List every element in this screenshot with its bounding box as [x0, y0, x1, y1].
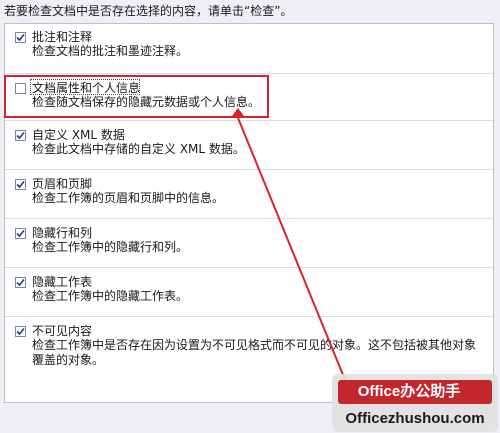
- option-title: 隐藏行和列: [32, 226, 93, 240]
- check-mark-icon: [16, 180, 25, 189]
- checkbox-hidden-worksheets[interactable]: [15, 277, 26, 288]
- option-description: 检查工作簿的页眉和页脚中的信息。: [32, 191, 225, 205]
- check-mark-icon: [16, 229, 25, 238]
- option-description: 检查随文档保存的隐藏元数据或个人信息。: [32, 95, 261, 109]
- checkbox-custom-xml[interactable]: [15, 130, 26, 141]
- option-hidden-worksheets: 隐藏工作表 检查工作簿中的隐藏工作表。: [5, 269, 493, 317]
- option-title: 页眉和页脚: [32, 177, 93, 191]
- checkbox-hidden-rows-columns[interactable]: [15, 228, 26, 239]
- option-title: 隐藏工作表: [32, 275, 93, 289]
- option-hidden-rows-columns: 隐藏行和列 检查工作簿中的隐藏行和列。: [5, 220, 493, 268]
- inspection-options-list: 批注和注释 检查文档的批注和墨迹注释。 文档属性和个人信息 检查随文档保存的隐藏…: [4, 23, 494, 403]
- option-description: 检查工作簿中的隐藏行和列。: [32, 240, 189, 254]
- option-invisible-content: 不可见内容 检查工作簿中是否存在因为设置为不可见格式而不可见的对象。这不包括被其…: [5, 318, 493, 380]
- check-mark-icon: [16, 33, 25, 42]
- check-mark-icon: [16, 278, 25, 287]
- brand-site: Officezhushou.com: [345, 410, 485, 427]
- brand-watermark: Office办公助手 Officezhushou.com: [332, 374, 498, 432]
- checkbox-headers-footers[interactable]: [15, 179, 26, 190]
- option-comments-annotations: 批注和注释 检查文档的批注和墨迹注释。: [5, 24, 493, 74]
- brand-name: Office办公助手: [357, 383, 461, 400]
- checkbox-comments-annotations[interactable]: [15, 32, 26, 43]
- check-mark-icon: [16, 131, 25, 140]
- checkbox-invisible-content[interactable]: [15, 326, 26, 337]
- option-custom-xml: 自定义 XML 数据 检查此文档中存储的自定义 XML 数据。: [5, 122, 493, 170]
- option-headers-footers: 页眉和页脚 检查工作簿的页眉和页脚中的信息。: [5, 171, 493, 219]
- check-mark-icon: [16, 327, 25, 336]
- option-title: 文档属性和个人信息: [32, 81, 141, 95]
- option-description: 检查此文档中存储的自定义 XML 数据。: [32, 142, 245, 156]
- option-title: 不可见内容: [32, 324, 93, 338]
- option-title: 批注和注释: [32, 30, 93, 44]
- option-description: 检查文档的批注和墨迹注释。: [32, 44, 189, 58]
- checkbox-document-properties[interactable]: [15, 83, 26, 94]
- option-title: 自定义 XML 数据: [32, 128, 125, 142]
- option-description: 检查工作簿中的隐藏工作表。: [32, 289, 189, 303]
- option-document-properties: 文档属性和个人信息 检查随文档保存的隐藏元数据或个人信息。: [5, 75, 493, 121]
- option-description: 检查工作簿中是否存在因为设置为不可见格式而不可见的对象。这不包括被其他对象覆盖的…: [32, 338, 477, 367]
- instruction-text: 若要检查文档中是否存在选择的内容，请单击“检查”。: [4, 4, 293, 18]
